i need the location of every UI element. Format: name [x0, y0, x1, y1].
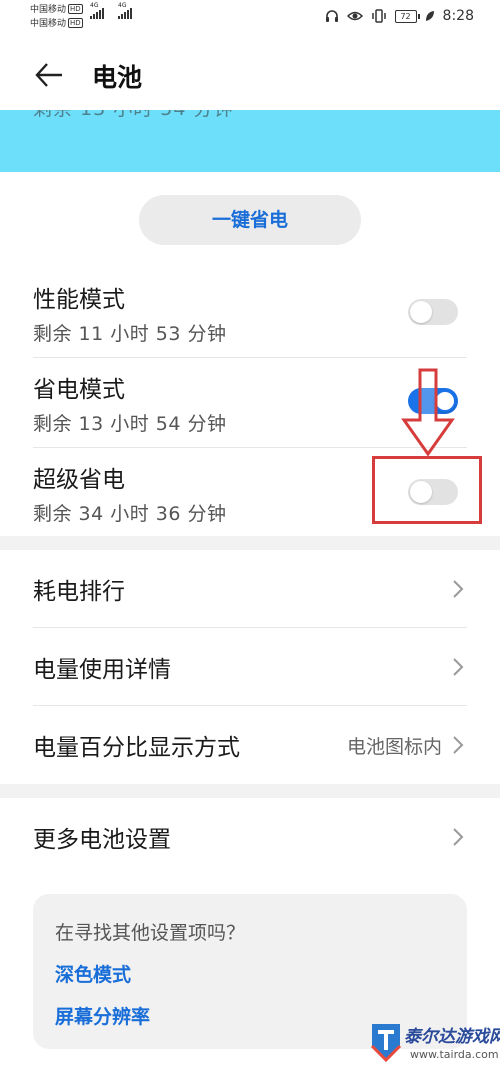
leaf-icon — [425, 11, 434, 21]
row-label: 更多电池设置 — [33, 827, 171, 853]
chevron-right-icon — [453, 658, 464, 676]
carrier-2-label: 中国移动 — [30, 19, 67, 29]
section-gap — [0, 784, 500, 798]
row-value: 电池图标内 — [346, 736, 442, 758]
clock: 8:28 — [442, 8, 474, 24]
chevron-right-icon — [453, 580, 464, 598]
mode-name: 省电模式 — [33, 377, 125, 403]
toggle-knob — [410, 301, 432, 323]
row-label: 电量使用详情 — [33, 657, 171, 683]
performance-mode-toggle[interactable] — [408, 299, 458, 325]
chevron-right-icon — [453, 828, 464, 846]
section-gap — [0, 536, 500, 550]
menu-row-percentage-display[interactable]: 电量百分比显示方式 电池图标内 — [0, 706, 500, 784]
mode-row-performance[interactable]: 性能模式 剩余 11 小时 53 分钟 — [0, 268, 500, 358]
menu-row-consumption-ranking[interactable]: 耗电排行 — [0, 550, 500, 628]
battery-icon: 72 — [394, 9, 420, 23]
mode-remaining: 剩余 13 小时 54 分钟 — [33, 413, 227, 435]
status-bar: 中国移动 HD 中国移动 HD 4G 4G 72 8:28 — [0, 0, 500, 40]
row-label: 电量百分比显示方式 — [33, 735, 240, 761]
headset-icon — [325, 10, 338, 22]
hd-badge: HD — [68, 4, 83, 14]
watermark-url: www.tairda.com — [410, 1048, 499, 1061]
signal-1-icon: 4G — [90, 2, 104, 19]
mode-remaining: 剩余 11 小时 53 分钟 — [33, 323, 227, 345]
screen-resolution-link[interactable]: 屏幕分辨率 — [55, 1002, 150, 1029]
site-watermark: 泰尔达游戏网 www.tairda.com — [368, 1020, 500, 1084]
vibrate-icon — [371, 9, 386, 23]
menu-row-more-battery-settings[interactable]: 更多电池设置 — [0, 798, 500, 876]
hd-badge: HD — [68, 18, 83, 28]
network-type-2: 4G — [118, 2, 127, 9]
status-icons: 72 8:28 — [325, 8, 474, 24]
chevron-right-icon — [453, 736, 464, 754]
mode-name: 超级省电 — [33, 467, 125, 493]
mode-name: 性能模式 — [33, 287, 125, 313]
watermark-name: 泰尔达游戏网 — [404, 1027, 500, 1047]
watermark-logo-icon — [370, 1024, 402, 1062]
page-title: 电池 — [92, 63, 143, 92]
eye-icon — [346, 11, 363, 21]
one-key-save-button[interactable]: 一键省电 — [139, 195, 361, 245]
battery-status-banner: 剩余 13 小时 54 分钟 — [0, 110, 500, 172]
annotation-highlight-box — [372, 456, 482, 524]
network-type-1: 4G — [90, 2, 99, 9]
mode-remaining: 剩余 34 小时 36 分钟 — [33, 503, 227, 525]
app-header: 电池 — [0, 50, 500, 100]
signal-2-icon: 4G — [118, 2, 132, 19]
menu-row-usage-details[interactable]: 电量使用详情 — [0, 628, 500, 706]
carrier-1-label: 中国移动 — [30, 5, 67, 15]
dark-mode-link[interactable]: 深色模式 — [55, 960, 131, 987]
annotation-arrow-icon — [401, 368, 455, 457]
carrier-2: 中国移动 HD — [30, 18, 83, 30]
carrier-1: 中国移动 HD — [30, 4, 83, 16]
suggestion-question: 在寻找其他设置项吗？ — [55, 922, 246, 944]
banner-remaining-text: 剩余 13 小时 54 分钟 — [33, 110, 234, 121]
arrow-left-icon[interactable] — [34, 62, 64, 88]
row-label: 耗电排行 — [33, 579, 125, 605]
